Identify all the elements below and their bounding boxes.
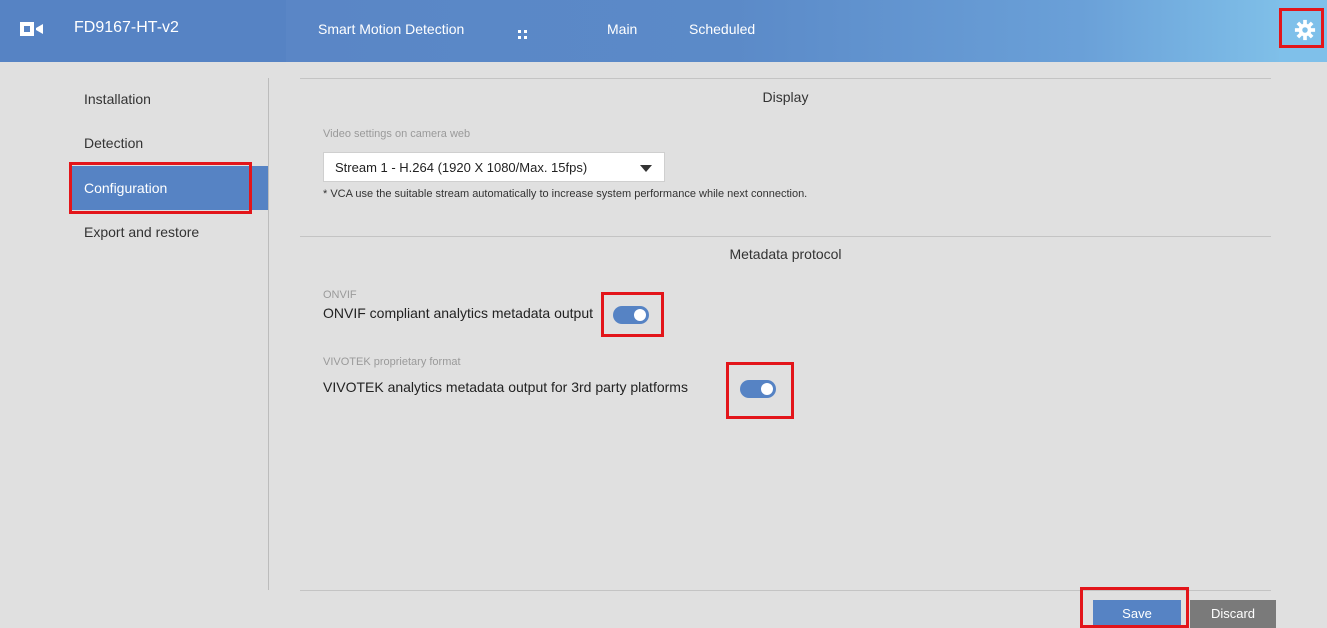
- sidebar-divider: [268, 78, 269, 590]
- sidebar-item-installation[interactable]: Installation: [70, 77, 268, 121]
- onvif-category-label: ONVIF: [323, 289, 357, 301]
- vivotek-logo-icon[interactable]: [18, 19, 48, 41]
- display-title: Display: [762, 89, 809, 105]
- sidebar-item-detection[interactable]: Detection: [70, 121, 268, 165]
- chevron-down-icon: [640, 165, 652, 172]
- video-settings-label: Video settings on camera web: [323, 128, 471, 140]
- discard-button[interactable]: Discard: [1190, 600, 1276, 628]
- save-button[interactable]: Save: [1093, 600, 1181, 628]
- onvif-output-toggle[interactable]: [613, 306, 649, 324]
- top-bar: FD9167-HT-v2 Smart Motion Detection Main…: [0, 0, 1327, 62]
- onvif-output-label: ONVIF compliant analytics metadata outpu…: [323, 305, 594, 321]
- toggle-knob: [761, 383, 773, 395]
- vivotek-category-label: VIVOTEK proprietary format: [323, 356, 461, 368]
- nav-bar: Smart Motion Detection Main Scheduled: [286, 0, 1279, 62]
- nav-main[interactable]: Main: [607, 21, 637, 37]
- sidebar-item-configuration[interactable]: Configuration: [70, 166, 268, 210]
- grid-icon[interactable]: [518, 30, 527, 39]
- sidebar-item-export-and-restore[interactable]: Export and restore: [70, 210, 268, 254]
- toggle-knob: [634, 309, 646, 321]
- vivotek-output-toggle[interactable]: [740, 380, 776, 398]
- metadata-divider: [300, 236, 1271, 237]
- nav-smart-motion-detection[interactable]: Smart Motion Detection: [318, 21, 464, 37]
- footer-divider: [300, 590, 1271, 591]
- vivotek-output-label: VIVOTEK analytics metadata output for 3r…: [323, 379, 688, 395]
- stream-select-value: Stream 1 - H.264 (1920 X 1080/Max. 15fps…: [335, 160, 588, 175]
- nav-scheduled[interactable]: Scheduled: [689, 21, 755, 37]
- camera-name: FD9167-HT-v2: [74, 19, 179, 36]
- stream-select[interactable]: Stream 1 - H.264 (1920 X 1080/Max. 15fps…: [323, 152, 665, 182]
- stream-note: * VCA use the suitable stream automatica…: [323, 188, 808, 200]
- display-divider: [300, 78, 1271, 79]
- settings-highlight: [1279, 8, 1324, 48]
- brand-area: FD9167-HT-v2: [0, 0, 286, 62]
- metadata-title: Metadata protocol: [729, 246, 842, 262]
